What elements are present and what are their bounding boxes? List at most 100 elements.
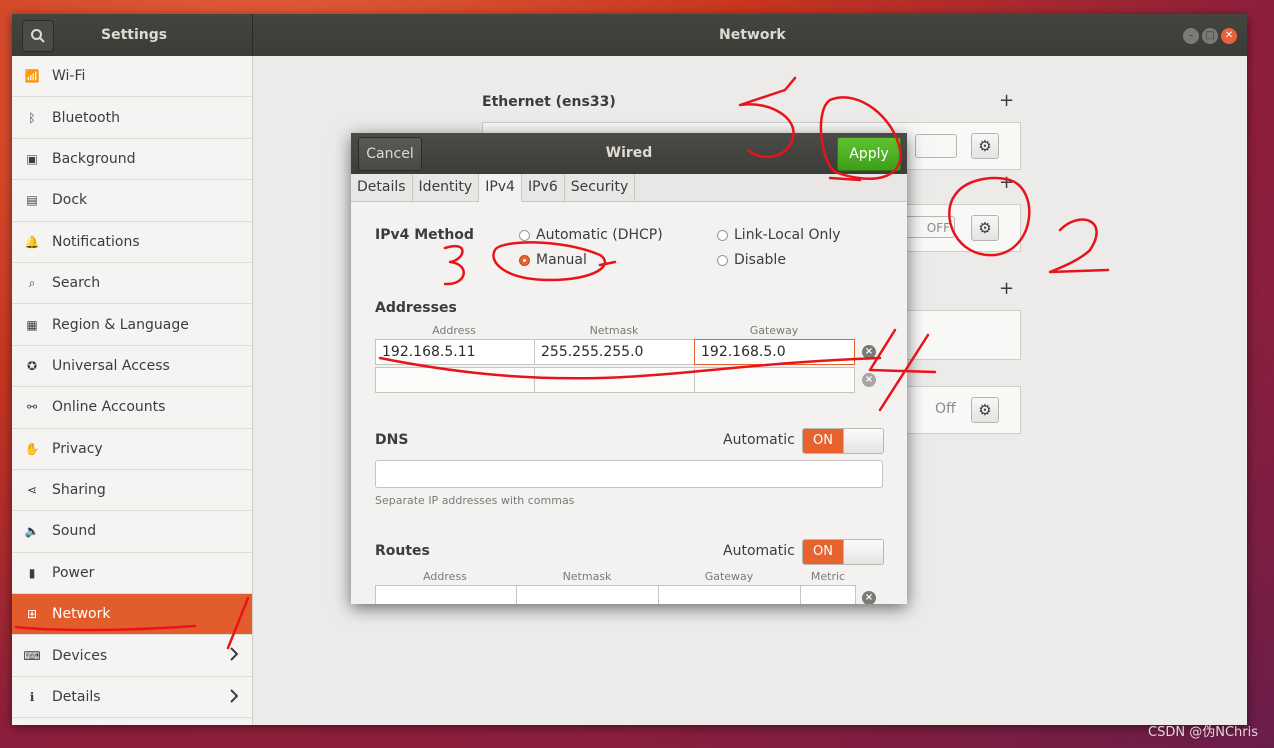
sidebar-item-details[interactable]: ℹ Details <box>12 676 252 719</box>
sidebar-item-privacy[interactable]: ✋ Privacy <box>12 428 252 470</box>
radio-link-local[interactable]: Link-Local Only <box>717 227 841 243</box>
sidebar-item-label: Wi-Fi <box>52 68 86 85</box>
tab-details[interactable]: Details <box>351 174 413 201</box>
netmask-input[interactable]: 255.255.255.0 <box>534 339 695 365</box>
ipv4-page: IPv4 Method Automatic (DHCP) Link-Local … <box>351 202 907 604</box>
sidebar-item-devices[interactable]: ⌨ Devices <box>12 635 252 677</box>
apply-button[interactable]: Apply <box>837 137 901 171</box>
route-netmask-input[interactable] <box>516 585 659 604</box>
radio-dhcp-label: Automatic (DHCP) <box>536 227 663 243</box>
wifi-icon: 📶 <box>24 69 40 84</box>
window-controls: – □ ✕ <box>1180 26 1237 44</box>
speaker-icon: 🔈 <box>24 524 40 539</box>
add-ethernet-icon[interactable]: + <box>999 90 1014 111</box>
address-input[interactable]: 192.168.5.11 <box>375 339 535 365</box>
sidebar-item-label: Universal Access <box>52 357 170 374</box>
devices-icon: ⌨ <box>23 648 41 663</box>
search-button[interactable] <box>22 20 54 52</box>
sidebar-item-label: Online Accounts <box>52 399 166 416</box>
radio-disable-label: Disable <box>734 252 786 268</box>
route-address-header: Address <box>423 570 467 583</box>
ethernet-toggle[interactable] <box>915 134 957 158</box>
share-icon: ⋖ <box>26 483 38 498</box>
radio-button[interactable] <box>717 229 728 241</box>
sidebar-item-universal-access[interactable]: ✪ Universal Access <box>12 345 252 388</box>
address-row: 192.168.5.11 255.255.255.0 192.168.5.0 <box>375 339 855 365</box>
minimize-button[interactable]: – <box>1183 28 1199 44</box>
sidebar-item-notifications[interactable]: 🔔 Notifications <box>12 221 252 263</box>
sidebar-item-wi-fi[interactable]: 📶 Wi-Fi <box>12 56 252 98</box>
tab-ipv6[interactable]: IPv6 <box>522 174 565 201</box>
hand-icon: ✋ <box>24 441 40 456</box>
sidebar-item-label: Sharing <box>52 482 106 499</box>
tab-ipv4[interactable]: IPv4 <box>479 174 522 202</box>
sidebar-item-dock[interactable]: ▤ Dock <box>12 180 252 222</box>
route-gateway-input[interactable] <box>658 585 801 604</box>
sidebar-item-power[interactable]: ▮ Power <box>12 552 252 595</box>
search-icon <box>31 29 45 43</box>
toggle-knob[interactable] <box>843 540 883 564</box>
dns-automatic-toggle[interactable]: ON <box>802 428 884 454</box>
ipv4-method-label: IPv4 Method <box>375 227 474 243</box>
dialog-tabs: Details Identity IPv4 IPv6 Security <box>351 174 907 202</box>
routes-label: Routes <box>375 543 430 559</box>
settings-title: Settings <box>101 27 168 43</box>
route-address-input[interactable] <box>375 585 517 604</box>
radio-button-selected[interactable] <box>519 254 530 266</box>
radio-button[interactable] <box>717 254 728 266</box>
dns-input[interactable] <box>375 460 883 488</box>
sidebar-item-bluetooth[interactable]: ᛒ Bluetooth <box>12 97 252 139</box>
route-netmask-header: Netmask <box>562 570 612 583</box>
delete-address-icon[interactable]: × <box>862 373 876 387</box>
sidebar-item-label: Details <box>52 689 101 706</box>
tab-identity[interactable]: Identity <box>413 174 480 201</box>
gear-icon[interactable]: ⚙ <box>971 215 999 241</box>
sidebar-item-sharing[interactable]: ⋖ Sharing <box>12 469 252 512</box>
delete-address-icon[interactable]: × <box>862 345 876 359</box>
bell-icon: 🔔 <box>24 234 40 249</box>
address-column-header: Address <box>432 324 476 337</box>
gateway-input[interactable]: 192.168.5.0 <box>694 339 855 365</box>
add-connection-icon[interactable]: + <box>999 278 1014 299</box>
close-button[interactable]: ✕ <box>1221 28 1237 44</box>
sidebar-item-label: Bluetooth <box>52 109 120 126</box>
power-icon: ▮ <box>28 565 36 580</box>
gear-icon[interactable]: ⚙ <box>971 397 999 423</box>
gateway-input[interactable] <box>694 367 855 393</box>
delete-route-icon[interactable]: × <box>862 591 876 604</box>
tab-security[interactable]: Security <box>565 174 636 201</box>
radio-dhcp[interactable]: Automatic (DHCP) <box>519 227 663 243</box>
sidebar-item-sound[interactable]: 🔈 Sound <box>12 511 252 553</box>
sidebar-item-label: Notifications <box>52 233 140 250</box>
sidebar-item-label: Search <box>52 275 101 292</box>
radio-button[interactable] <box>519 229 530 241</box>
route-metric-header: Metric <box>810 570 846 583</box>
gear-icon[interactable]: ⚙ <box>971 133 999 159</box>
radio-link-local-label: Link-Local Only <box>734 227 841 243</box>
addresses-label: Addresses <box>375 300 457 316</box>
add-vpn-icon[interactable]: + <box>999 172 1014 193</box>
dns-automatic-label: Automatic <box>723 432 795 448</box>
radio-disable[interactable]: Disable <box>717 252 786 268</box>
vpn-toggle[interactable]: OFF <box>903 216 955 238</box>
online-accounts-icon: ⚯ <box>26 400 38 415</box>
sidebar-item-search[interactable]: ⌕ Search <box>12 262 252 305</box>
radio-manual[interactable]: Manual <box>519 252 587 268</box>
sidebar-item-background[interactable]: ▣ Background <box>12 138 252 181</box>
maximize-button[interactable]: □ <box>1202 28 1218 44</box>
dns-hint: Separate IP addresses with commas <box>375 494 575 507</box>
sidebar-item-network[interactable]: ⊞ Network <box>12 594 252 636</box>
toggle-on-label: ON <box>803 429 843 453</box>
search-icon: ⌕ <box>28 275 36 290</box>
sidebar-item-label: Background <box>52 150 136 167</box>
route-metric-input[interactable] <box>800 585 856 604</box>
routes-automatic-toggle[interactable]: ON <box>802 539 884 565</box>
address-input[interactable] <box>375 367 535 393</box>
sidebar-item-region-language[interactable]: ▦ Region & Language <box>12 304 252 346</box>
sidebar-item-label: Power <box>52 564 95 581</box>
chevron-right-icon <box>230 647 239 665</box>
chevron-right-icon <box>230 689 239 707</box>
netmask-input[interactable] <box>534 367 695 393</box>
sidebar-item-online-accounts[interactable]: ⚯ Online Accounts <box>12 387 252 429</box>
toggle-knob[interactable] <box>843 429 883 453</box>
